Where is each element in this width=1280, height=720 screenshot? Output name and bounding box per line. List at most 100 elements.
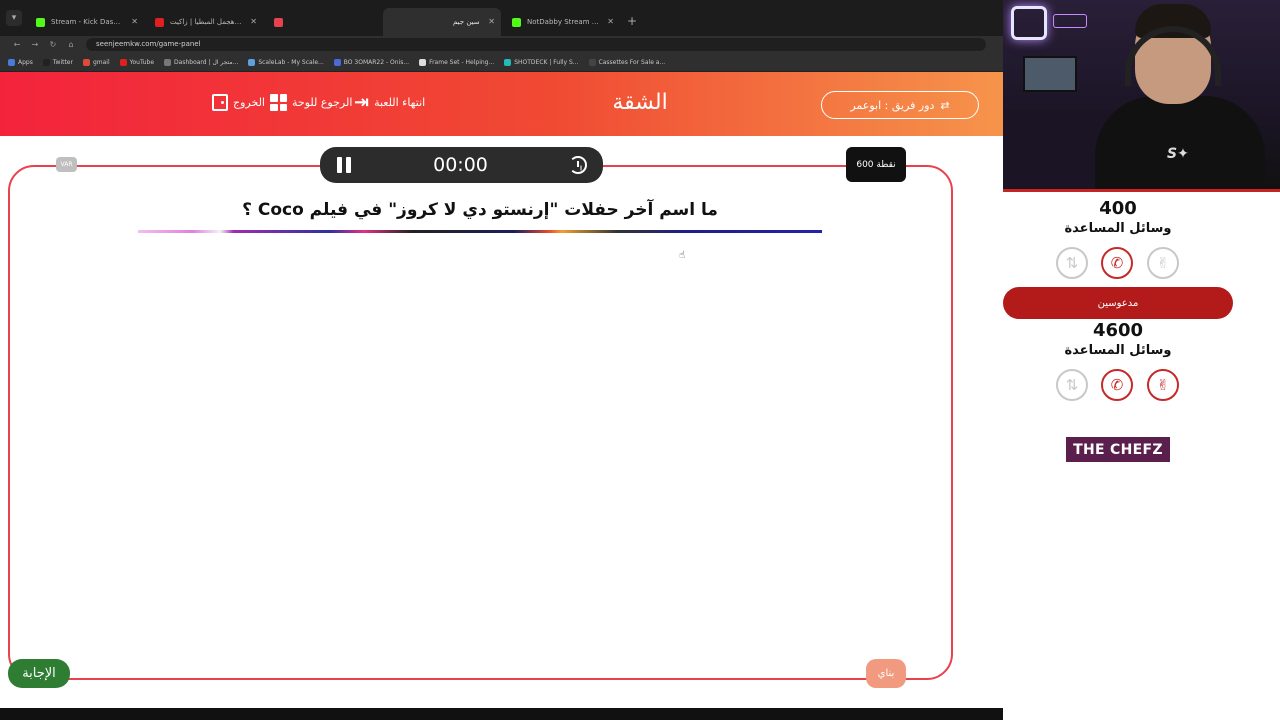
browser-tab-5[interactable]: NotDabby Stream - Watch Live ✕ xyxy=(502,8,620,36)
apps-icon xyxy=(8,58,15,66)
team-2-aids-label: وسائل المساعدة xyxy=(1064,343,1172,358)
end-game-button[interactable]: ⇥ انتهاء اللعبة xyxy=(354,92,426,113)
bookmark-label: Cassettes For Sale a... xyxy=(598,58,666,66)
exit-label: الخروج xyxy=(233,96,265,109)
reload-icon[interactable]: ↻ xyxy=(44,40,62,49)
back-label: الرجوع للوحة xyxy=(292,96,353,109)
team-1-two-answers-aid-icon[interactable]: ✌ xyxy=(1147,247,1179,279)
x-logo-icon xyxy=(42,58,50,66)
gmail-icon xyxy=(82,58,90,66)
team-1-score: 400 xyxy=(1099,198,1137,219)
kick-favicon-icon xyxy=(512,17,521,27)
team-1-call-aid-icon[interactable]: ✆ xyxy=(1101,247,1133,279)
bookmark-label: Apps xyxy=(18,58,33,66)
turn-label: دور فريق : ابوعمر xyxy=(850,98,935,112)
bookmark-youtube[interactable]: YouTube xyxy=(119,58,155,66)
browser-tab-strip: ▾ Stream - Kick Dashboard ✕ مهرجان هجمل … xyxy=(0,0,1003,36)
new-tab-icon[interactable]: + xyxy=(627,14,637,28)
pause-icon[interactable] xyxy=(336,157,352,173)
team-2-swap-aid-icon[interactable]: ⇅ xyxy=(1056,369,1088,401)
timer-bar: 00:00 xyxy=(320,147,603,183)
neon-logo-icon xyxy=(1011,6,1047,40)
shuffle-icon: ⇄ xyxy=(940,98,950,112)
bookmark-frameset[interactable]: Frame Set - Helping... xyxy=(419,58,495,66)
category-title: الشقة xyxy=(612,90,668,115)
film-icon xyxy=(504,58,512,66)
close-tab-icon[interactable]: ✕ xyxy=(131,17,138,26)
back-to-board-button[interactable]: الرجوع للوحة xyxy=(270,94,352,111)
team-2-score: 4600 xyxy=(1092,320,1144,341)
game-header: الخروج الرجوع للوحة ⇥ انتهاء اللعبة الشق… xyxy=(0,72,1003,136)
tab-title: سين جيم xyxy=(453,18,480,26)
bookmark-label: Dashboard | متجر ال... xyxy=(174,58,239,66)
team-2-call-aid-icon[interactable]: ✆ xyxy=(1101,369,1133,401)
background-monitor xyxy=(1023,56,1077,92)
address-bar-row: ← → ↻ ⌂ seenjeemkw.com/game-panel xyxy=(0,36,1003,53)
tab-title: NotDabby Stream - Watch Live xyxy=(527,18,600,26)
close-tab-icon[interactable]: ✕ xyxy=(250,17,257,26)
browser-tab-2[interactable]: مهرجان هجمل المبطيا | زاكيت ✕ xyxy=(145,8,263,36)
team-1-aids-label: وسائل المساعدة xyxy=(1064,221,1172,236)
exit-button[interactable]: الخروج xyxy=(212,94,265,111)
tab-title: Stream - Kick Dashboard xyxy=(51,18,124,26)
arrow-right-icon: ⇥ xyxy=(354,92,370,113)
shield-icon xyxy=(333,58,341,66)
question-text: ما اسم آخر حفلات "إرنستو دي لا كروز" في … xyxy=(242,200,718,220)
browser-tab-3[interactable] xyxy=(264,8,382,36)
kick-favicon-icon xyxy=(36,17,45,27)
bookmark-dashboard[interactable]: Dashboard | متجر ال... xyxy=(164,58,239,66)
store-icon xyxy=(164,58,172,66)
bookmark-apps[interactable]: Apps xyxy=(8,58,33,66)
sponsor-logo: THE CHEFZ xyxy=(1066,437,1170,462)
bookmark-scalelab[interactable]: ScaleLab - My Scale... xyxy=(248,58,324,66)
reset-timer-icon[interactable] xyxy=(568,156,587,174)
tab-search-icon[interactable]: ▾ xyxy=(6,10,22,26)
bookmark-label: YouTube xyxy=(129,58,155,66)
bookmark-label: SHOTDECK | Fully S... xyxy=(514,58,579,66)
url-field[interactable]: seenjeemkw.com/game-panel xyxy=(86,38,986,51)
end-label: انتهاء اللعبة xyxy=(374,96,426,109)
bookmarks-bar: Apps Twitter gmail YouTube Dashboard | م… xyxy=(0,53,1003,72)
bookmark-bo3omar[interactable]: BO 3OMAR22 - Onis... xyxy=(333,58,410,66)
door-icon xyxy=(212,94,228,111)
back-arrow-icon[interactable]: ← xyxy=(8,40,26,49)
build-button[interactable]: بناي xyxy=(866,659,906,688)
bookmark-gmail[interactable]: gmail xyxy=(82,58,110,66)
bookmark-label: ScaleLab - My Scale... xyxy=(258,58,324,66)
bookmark-label: Twitter xyxy=(52,58,73,66)
team-turn-button[interactable]: دور فريق : ابوعمر ⇄ xyxy=(821,91,979,119)
grid-icon xyxy=(270,94,287,111)
answer-button[interactable]: الإجابة xyxy=(8,659,70,688)
close-tab-icon[interactable]: ✕ xyxy=(607,17,614,26)
var-badge[interactable]: VAR xyxy=(56,157,77,172)
bookmark-label: Frame Set - Helping... xyxy=(429,58,495,66)
team-2-name-bar: مدعوسين xyxy=(1003,287,1233,319)
bookmark-twitter[interactable]: Twitter xyxy=(42,58,73,66)
browser-tab-1[interactable]: Stream - Kick Dashboard ✕ xyxy=(26,8,144,36)
webcam-overlay: S✦ xyxy=(1003,0,1280,192)
bookmark-cassettes[interactable]: Cassettes For Sale a... xyxy=(588,58,666,66)
bookmark-label: gmail xyxy=(92,58,110,66)
question-board xyxy=(8,165,953,680)
forward-arrow-icon[interactable]: → xyxy=(26,40,44,49)
streamer-body xyxy=(1095,96,1265,189)
home-icon[interactable]: ⌂ xyxy=(62,40,80,49)
close-tab-icon[interactable]: ✕ xyxy=(488,17,495,26)
site-favicon-icon xyxy=(274,17,283,27)
tab-title: مهرجان هجمل المبطيا | زاكيت xyxy=(170,18,243,26)
screen: ▾ Stream - Kick Dashboard ✕ مهرجان هجمل … xyxy=(0,0,1280,720)
points-badge: 600 نقطة xyxy=(846,147,906,182)
team-1-swap-aid-icon[interactable]: ⇅ xyxy=(1056,247,1088,279)
question-underline xyxy=(138,230,822,233)
globe-icon xyxy=(248,58,256,66)
bottom-strip xyxy=(0,708,1003,720)
team-2-two-answers-aid-icon[interactable]: ✌ xyxy=(1147,369,1179,401)
frame-icon xyxy=(419,58,427,66)
browser-tab-active[interactable]: سين جيم ✕ xyxy=(383,8,501,36)
bookmark-shotdeck[interactable]: SHOTDECK | Fully S... xyxy=(504,58,579,66)
neon-sign-icon xyxy=(1053,14,1087,28)
bookmark-label: BO 3OMAR22 - Onis... xyxy=(343,58,410,66)
shirt-logo-icon: S✦ xyxy=(1167,146,1189,162)
hand-cursor-icon: ☝ xyxy=(679,250,686,261)
youtube-favicon-icon xyxy=(155,17,164,27)
